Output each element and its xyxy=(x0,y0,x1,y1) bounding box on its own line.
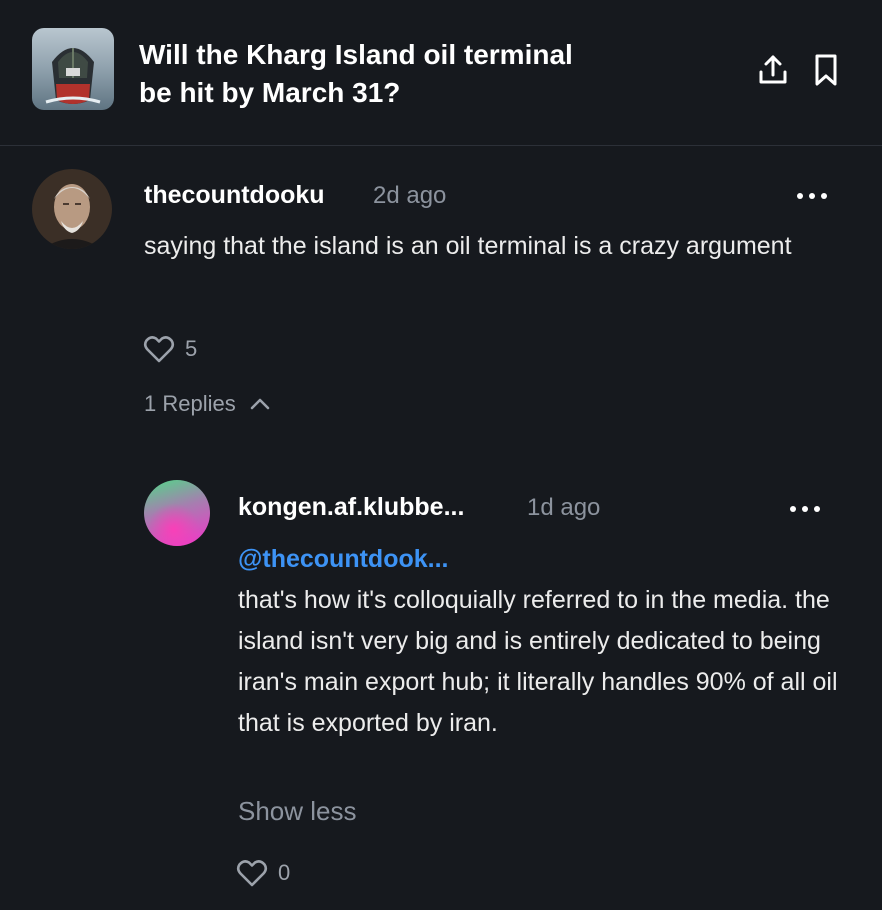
reply-mention-link[interactable]: @thecountdook... xyxy=(238,545,448,574)
comment-time: 2d ago xyxy=(373,182,447,209)
bookmark-button[interactable] xyxy=(808,52,844,88)
show-less-button[interactable]: Show less xyxy=(238,796,357,827)
share-upload-icon xyxy=(759,55,787,84)
user-portrait-avatar xyxy=(32,169,112,249)
gradient-avatar xyxy=(144,480,210,546)
reply-avatar[interactable] xyxy=(144,480,210,546)
market-title: Will the Kharg Island oil terminal be hi… xyxy=(139,39,573,108)
market-comments-page: Will the Kharg Island oil terminal be hi… xyxy=(0,0,882,910)
share-button[interactable] xyxy=(755,52,791,88)
avatar[interactable] xyxy=(32,169,112,249)
reply-like-button[interactable]: 0 xyxy=(236,858,290,888)
replies-label: 1 Replies xyxy=(144,391,236,416)
more-dots-icon xyxy=(790,506,820,512)
reply-time: 1d ago xyxy=(527,494,601,521)
replies-toggle[interactable]: 1 Replies xyxy=(144,391,272,417)
comment-more-button[interactable] xyxy=(792,184,832,208)
comment-text: saying that the island is an oil termina… xyxy=(144,232,792,260)
comment-like-count: 5 xyxy=(185,336,198,361)
reply-like-count: 0 xyxy=(278,860,291,885)
bookmark-icon xyxy=(815,54,837,86)
heart-icon xyxy=(236,860,268,887)
market-header: Will the Kharg Island oil terminal be hi… xyxy=(0,0,882,146)
more-dots-icon xyxy=(797,193,827,199)
reply-more-button[interactable] xyxy=(785,497,825,521)
market-thumbnail xyxy=(32,28,114,110)
comment-like-button[interactable]: 5 xyxy=(143,334,197,364)
reply-username[interactable]: kongen.af.klubbe... xyxy=(238,493,464,522)
chevron-up-icon xyxy=(250,398,269,410)
heart-icon xyxy=(143,336,175,363)
reply-text: that's how it's colloquially referred to… xyxy=(238,586,838,737)
comment-username[interactable]: thecountdooku xyxy=(144,181,325,210)
